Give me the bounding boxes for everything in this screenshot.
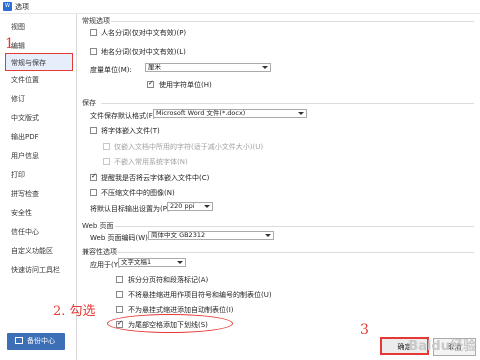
title-bar: W 选项 bbox=[0, 0, 480, 14]
save-section-title: 保存 bbox=[82, 99, 96, 107]
no-compress-images-checkbox[interactable] bbox=[90, 189, 97, 196]
person-name-checkbox[interactable] bbox=[90, 29, 97, 36]
hanging-indent-tab-label: 不将悬挂缩进用作项目符号和编号的制表位(U) bbox=[128, 291, 272, 299]
place-name-checkbox[interactable] bbox=[90, 48, 97, 55]
char-unit-checkbox[interactable] bbox=[147, 79, 154, 88]
annotation-step-2: 2. 勾选 bbox=[53, 304, 96, 319]
chevron-down-icon bbox=[262, 66, 268, 69]
options-panel: 常规选项 人名分词(仅对中文有效)(P) 地名分词(仅对中文有效)(L) 度量单… bbox=[77, 14, 480, 360]
place-name-label: 地名分词(仅对中文有效)(L) bbox=[101, 48, 186, 56]
no-common-fonts-checkbox[interactable] bbox=[103, 158, 110, 165]
hanging-indent-tab-checkbox[interactable] bbox=[116, 291, 123, 298]
no-auto-tab-checkbox[interactable] bbox=[116, 306, 123, 313]
cloud-font-remind-label: 提醒我是否将云字体嵌入文件中(C) bbox=[101, 174, 210, 182]
backup-center-button[interactable]: 备份中心 bbox=[7, 333, 65, 350]
divider bbox=[117, 252, 474, 253]
embed-fonts-checkbox[interactable] bbox=[90, 127, 97, 134]
unit-label: 度量单位(M): bbox=[90, 66, 132, 74]
split-break-label: 拆分分页符和段落标记(A) bbox=[128, 276, 209, 284]
save-format-select[interactable]: Microsoft Word 文件(*.docx) bbox=[153, 109, 307, 118]
sidebar-item-customize-ribbon[interactable]: 自定义功能区 bbox=[1, 242, 76, 260]
apply-to-select[interactable]: 文字文稿1 bbox=[118, 258, 186, 267]
split-break-checkbox[interactable] bbox=[116, 276, 123, 283]
annotation-step-1: 1 bbox=[5, 36, 14, 52]
no-common-fonts-label: 不嵌入常用系统字体(N) bbox=[114, 158, 188, 166]
sidebar-item-spell-check[interactable]: 拼写检查 bbox=[1, 185, 76, 203]
web-encoding-label: Web 页面编码(W): bbox=[90, 234, 151, 242]
backup-icon bbox=[15, 337, 23, 344]
save-format-value: Microsoft Word 文件(*.docx) bbox=[156, 109, 246, 117]
divider bbox=[111, 21, 474, 22]
unit-value: 厘米 bbox=[148, 63, 161, 71]
save-format-label: 文件保存默认格式(F): bbox=[90, 112, 158, 120]
sidebar-item-user-info[interactable]: 用户信息 bbox=[1, 147, 76, 165]
annotation-step-3: 3 bbox=[360, 322, 369, 338]
ppi-label: 将默认目标输出设置为(P): bbox=[90, 205, 173, 213]
compat-section-title: 兼容性选项 bbox=[82, 248, 117, 256]
embed-fonts-label: 将字体嵌入文件(T) bbox=[101, 127, 160, 135]
highlight-ellipse bbox=[107, 314, 233, 333]
sidebar-item-output-pdf[interactable]: 输出PDF bbox=[1, 128, 76, 146]
app-icon: W bbox=[3, 2, 12, 11]
ppi-value: 220 ppi bbox=[170, 202, 195, 210]
person-name-label: 人名分词(仅对中文有效)(P) bbox=[101, 29, 187, 37]
sidebar-item-revision[interactable]: 修订 bbox=[1, 90, 76, 108]
sidebar-item-security[interactable]: 安全性 bbox=[1, 204, 76, 222]
sidebar-item-print[interactable]: 打印 bbox=[1, 166, 76, 184]
embed-used-chars-checkbox[interactable] bbox=[103, 143, 110, 150]
chevron-down-icon bbox=[177, 261, 183, 264]
sidebar-item-view[interactable]: 视图 bbox=[1, 18, 76, 36]
web-encoding-value: 简体中文 GB2312 bbox=[151, 231, 206, 239]
unit-select[interactable]: 厘米 bbox=[145, 63, 271, 72]
sidebar-item-file-location[interactable]: 文件位置 bbox=[1, 71, 76, 89]
watermark: Baidu经验 bbox=[408, 339, 476, 354]
sidebar-item-general-save[interactable]: 常规与保存 bbox=[5, 53, 73, 71]
ppi-select[interactable]: 220 ppi bbox=[167, 202, 213, 211]
no-compress-images-label: 不压缩文件中的图像(N) bbox=[101, 189, 175, 197]
divider bbox=[115, 226, 474, 227]
web-encoding-select[interactable]: 简体中文 GB2312 bbox=[148, 231, 274, 240]
char-unit-label: 使用字符单位(H) bbox=[159, 81, 212, 89]
embed-used-chars-label: 仅嵌入文档中所用的字符(适于减小文件大小)(U) bbox=[114, 143, 264, 151]
window-title: 选项 bbox=[15, 3, 29, 11]
backup-center-label: 备份中心 bbox=[27, 337, 55, 345]
web-section-title: Web 页面 bbox=[82, 222, 114, 230]
general-section-title: 常规选项 bbox=[82, 17, 110, 25]
sidebar-item-quick-access[interactable]: 快速访问工具栏 bbox=[1, 261, 76, 279]
sidebar-item-chinese-layout[interactable]: 中文版式 bbox=[1, 109, 76, 127]
divider bbox=[101, 103, 474, 104]
apply-to-value: 文字文稿1 bbox=[121, 258, 152, 266]
chevron-down-icon bbox=[265, 234, 271, 237]
chevron-down-icon bbox=[298, 112, 304, 115]
cloud-font-remind-checkbox[interactable] bbox=[90, 172, 97, 181]
sidebar-item-trust-center[interactable]: 信任中心 bbox=[1, 223, 76, 241]
chevron-down-icon bbox=[204, 205, 210, 208]
